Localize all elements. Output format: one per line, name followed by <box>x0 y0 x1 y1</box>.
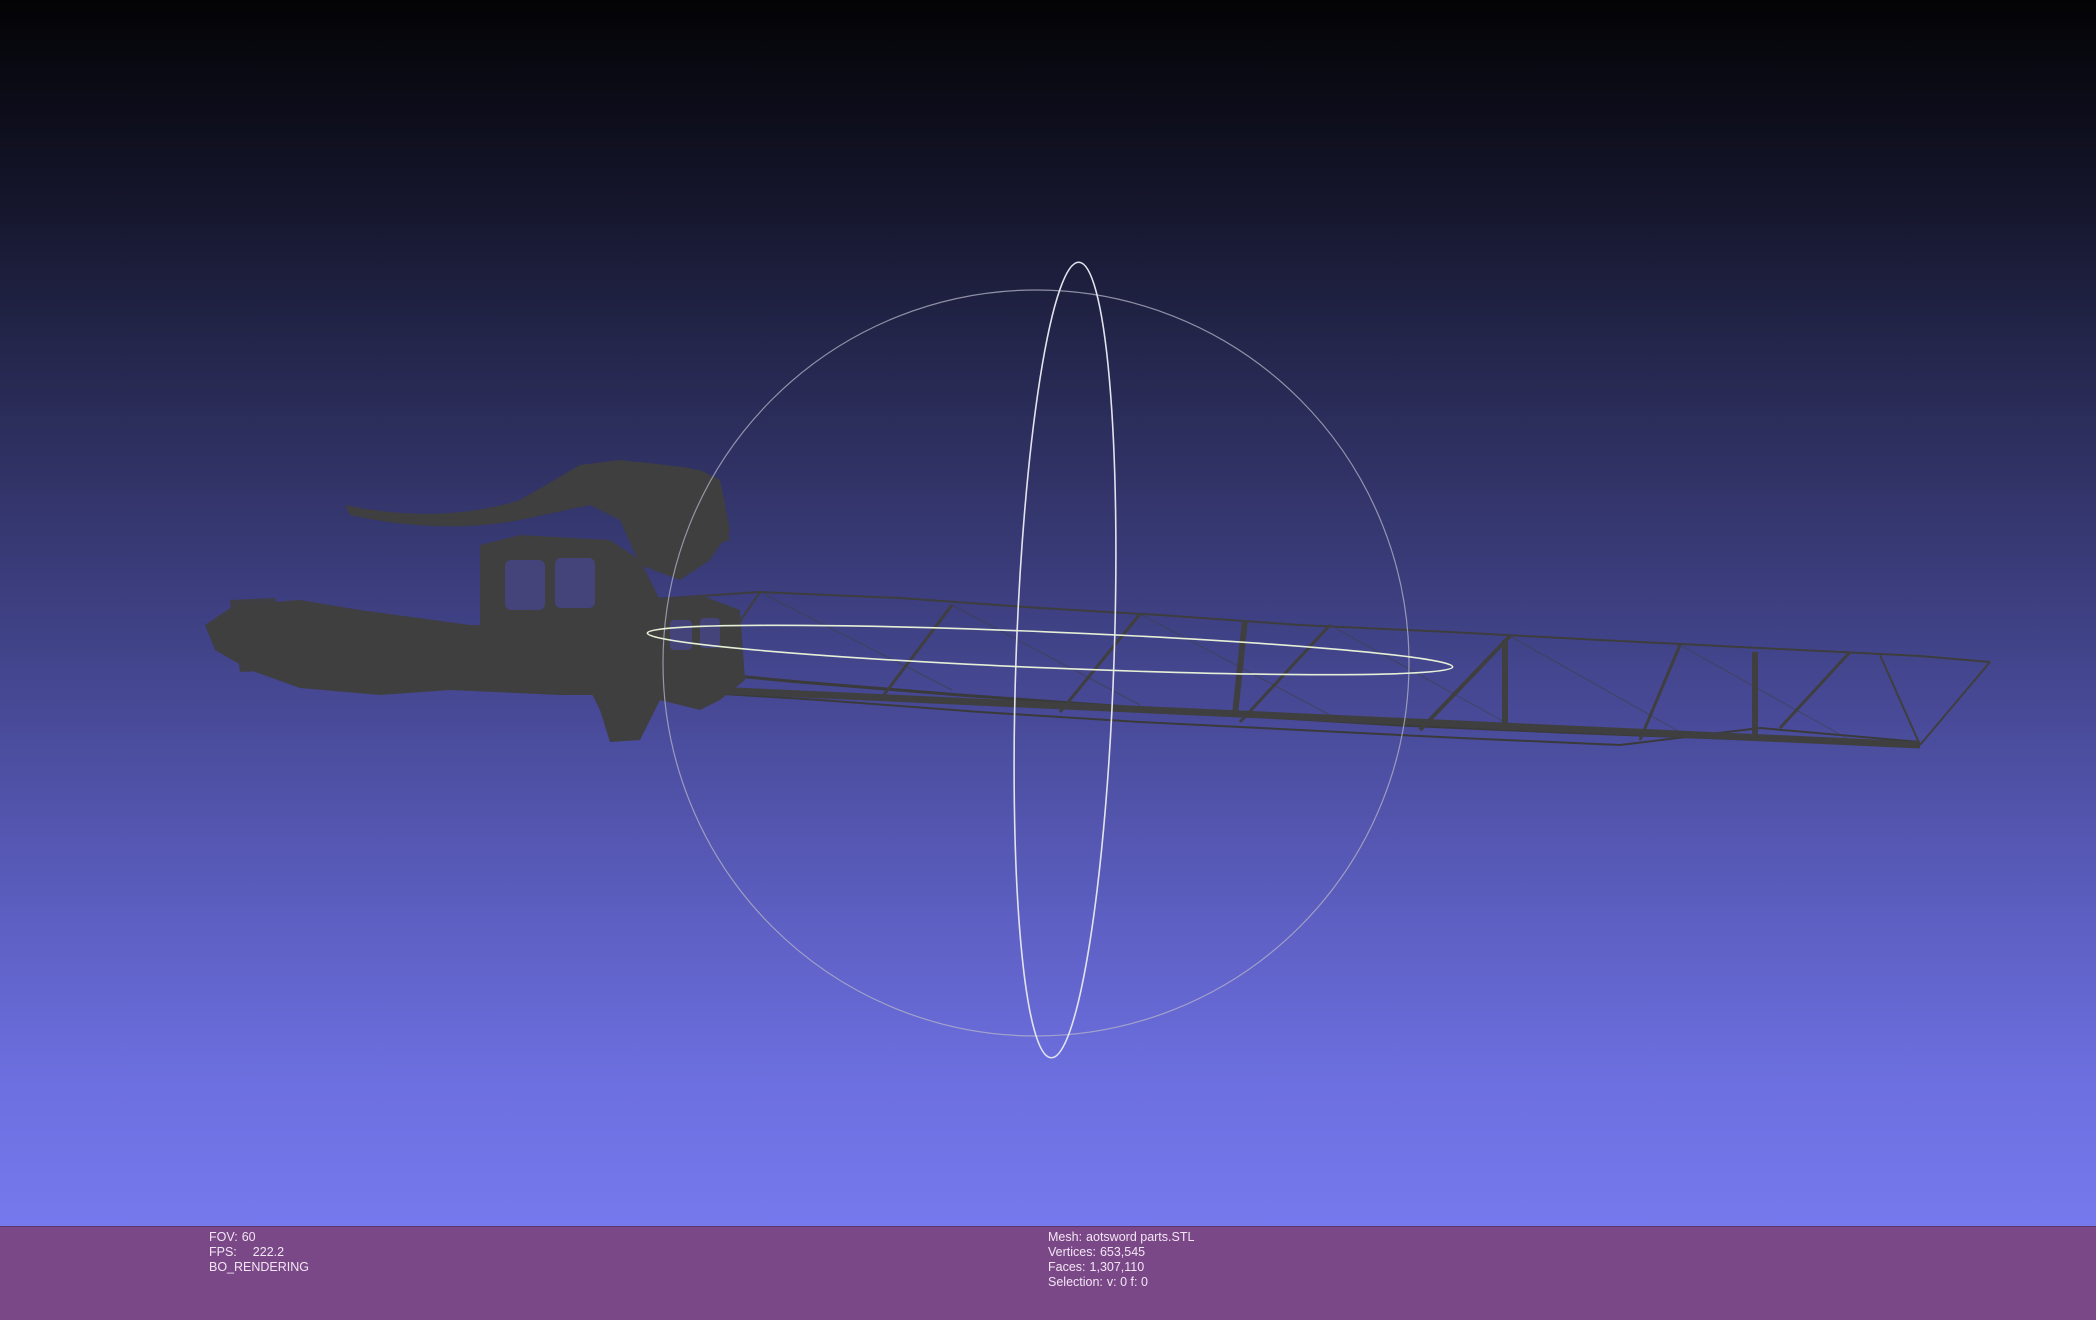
render-info-panel: FOV: 60 FPS: 222.2 BO_RENDERING <box>209 1230 309 1275</box>
fov-label: FOV: <box>209 1230 238 1244</box>
selection-value: v: 0 f: 0 <box>1106 1275 1148 1289</box>
faces-readout: Faces: 1,307,110 <box>1048 1260 1194 1275</box>
vertices-value: 653,545 <box>1099 1245 1146 1259</box>
faces-label: Faces: <box>1048 1260 1086 1274</box>
mesh-value: aotsword parts.STL <box>1086 1230 1195 1244</box>
mesh-label: Mesh: <box>1048 1230 1083 1244</box>
3d-viewport[interactable] <box>0 0 2096 1226</box>
fps-value: 222.2 <box>252 1245 285 1259</box>
selection-label: Selection: <box>1048 1275 1103 1289</box>
faces-value: 1,307,110 <box>1089 1260 1145 1274</box>
fov-value: 60 <box>241 1230 256 1244</box>
mesh-readout: Mesh: aotsword parts.STL <box>1048 1230 1194 1245</box>
sword-mesh-icon <box>205 460 1991 749</box>
fps-label: FPS: <box>209 1245 237 1259</box>
fps-readout: FPS: 222.2 <box>209 1245 309 1260</box>
trackball-gizmo-icon[interactable] <box>646 261 1454 1060</box>
render-mode-value: BO_RENDERING <box>209 1260 310 1274</box>
vertices-readout: Vertices: 653,545 <box>1048 1245 1194 1260</box>
scene-canvas <box>205 261 1991 1060</box>
fov-readout: FOV: 60 <box>209 1230 309 1245</box>
render-mode: BO_RENDERING <box>209 1260 309 1275</box>
vertices-label: Vertices: <box>1048 1245 1096 1259</box>
mesh-info-panel: Mesh: aotsword parts.STL Vertices: 653,5… <box>1048 1230 1194 1290</box>
status-info-bar: FOV: 60 FPS: 222.2 BO_RENDERING Mesh: ao… <box>0 1226 2096 1320</box>
selection-readout: Selection: v: 0 f: 0 <box>1048 1275 1194 1290</box>
